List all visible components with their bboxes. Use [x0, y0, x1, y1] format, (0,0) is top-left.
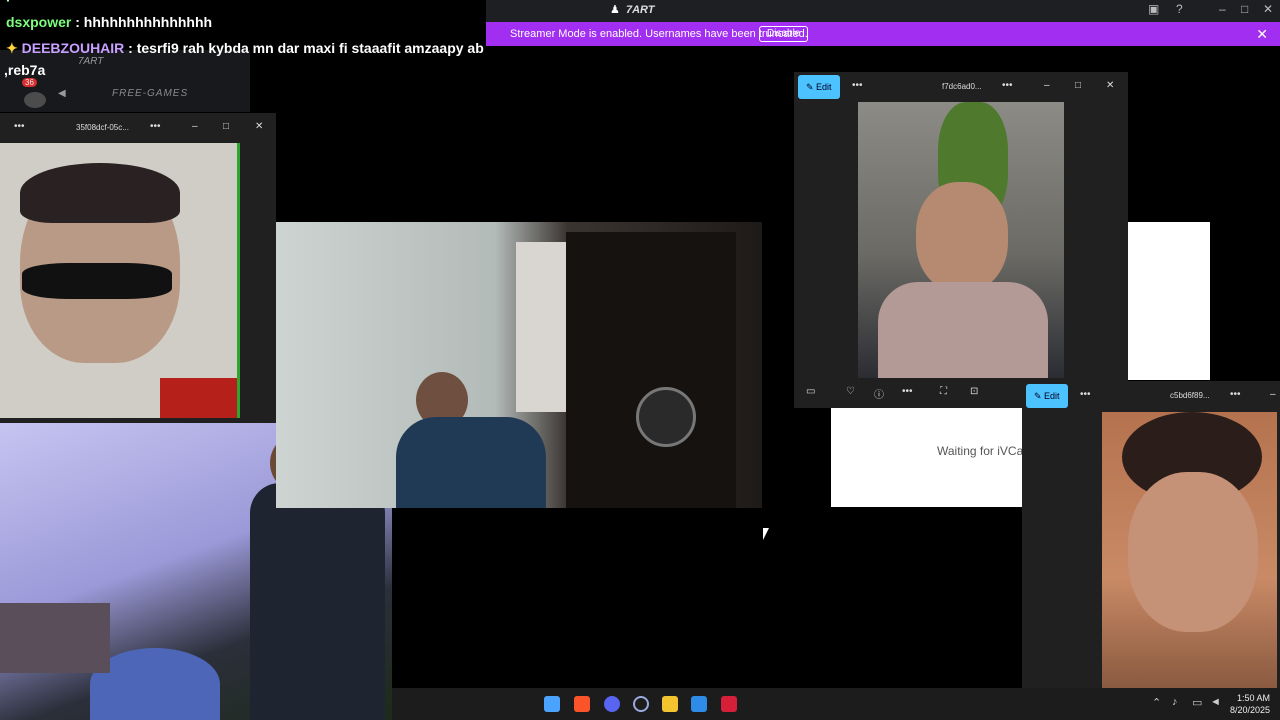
hair	[20, 163, 180, 223]
maximize-icon[interactable]: □	[1075, 80, 1081, 91]
close-icon[interactable]: ✕	[255, 121, 263, 132]
maximize-icon[interactable]: □	[223, 121, 229, 132]
disable-button[interactable]: Disable	[759, 26, 809, 42]
chat-overlay: · dsxpower : hhhhhhhhhhhhhhh 7ART FREE-G…	[0, 0, 486, 112]
maximize-icon[interactable]: □	[1241, 2, 1248, 16]
photo-window-right-bottom: ✎ Edit ••• c5bd6f89... ••• –	[1022, 381, 1280, 688]
close-icon[interactable]: ✕	[1263, 2, 1273, 16]
more-icon[interactable]: •••	[150, 121, 161, 132]
edit-button[interactable]: ✎ Edit	[1026, 384, 1068, 408]
close-icon[interactable]: ✕	[1256, 26, 1268, 43]
edit-label: Edit	[816, 82, 832, 92]
windows-start-icon[interactable]	[544, 696, 560, 712]
sunglasses	[22, 263, 172, 299]
edit-label: Edit	[1044, 391, 1060, 401]
chevron-up-icon[interactable]: ⌃	[1152, 696, 1161, 709]
chat-line-3: ,reb7a	[4, 62, 46, 78]
person-shirt	[878, 282, 1048, 378]
clock-time[interactable]: 1:50 AM	[1230, 693, 1270, 703]
chat-line-1: dsxpower : hhhhhhhhhhhhhhh	[6, 14, 212, 30]
window-title: f7dc6ad0...	[942, 82, 982, 91]
badge-icon: ✦	[6, 40, 18, 56]
chat-username: DEEBZOUHAIR	[21, 40, 125, 56]
chat-message: : hhhhhhhhhhhhhhh	[71, 14, 213, 30]
edit-button[interactable]: ✎ Edit	[798, 75, 840, 99]
person-body	[396, 417, 546, 508]
clock-date[interactable]: 8/20/2025	[1222, 705, 1270, 715]
more-icon[interactable]: •••	[1080, 389, 1091, 400]
network-icon[interactable]: ▭	[1192, 696, 1202, 709]
waiting-card: Waiting for iVCa	[831, 408, 1023, 507]
chat-username: dsxpower	[6, 14, 72, 30]
megaphone-icon: ◀	[58, 88, 66, 99]
minimize-icon[interactable]: –	[1219, 2, 1226, 16]
flame-icon: ♟	[610, 4, 620, 16]
clock-app-icon[interactable]	[633, 696, 649, 712]
window-titlebar: ••• 35f08dcf-05c... ••• – □ ✕	[0, 113, 276, 143]
photos-icon[interactable]	[691, 696, 707, 712]
app-icon[interactable]	[721, 696, 737, 712]
more-icon[interactable]: •••	[902, 386, 913, 397]
webcam-feed-1	[0, 143, 240, 418]
person-jersey	[250, 483, 385, 720]
white-panel	[1128, 222, 1210, 380]
heart-icon[interactable]: ♡	[846, 386, 855, 397]
streamer-mode-banner: Streamer Mode is enabled. Usernames have…	[486, 22, 1280, 46]
minimize-icon[interactable]: –	[1270, 389, 1276, 400]
more-icon[interactable]: •••	[1002, 80, 1013, 91]
crop-icon[interactable]: ⛶	[940, 386, 947, 397]
channel-free-games[interactable]: FREE-GAMES	[112, 88, 188, 99]
filmstrip-icon[interactable]: ▭	[806, 386, 815, 397]
webcam-feed-3	[276, 222, 762, 508]
person-face	[916, 182, 1008, 292]
photo-window-left: ••• 35f08dcf-05c... ••• – □ ✕	[0, 113, 276, 423]
notification-badge: 36	[22, 78, 37, 87]
fan	[636, 387, 696, 447]
brave-icon[interactable]	[574, 696, 590, 712]
file-explorer-icon[interactable]	[662, 696, 678, 712]
more-icon[interactable]: •••	[14, 121, 25, 132]
discord-server-title: 7ART	[626, 4, 655, 16]
avatar[interactable]	[24, 92, 46, 108]
server-name[interactable]: 7ART	[78, 56, 103, 67]
shirt	[160, 378, 237, 418]
minimize-icon[interactable]: –	[1044, 80, 1050, 91]
volume-icon[interactable]: ◄	[1210, 696, 1221, 708]
discord-sidebar-panel: 7ART FREE-GAMES ◀ 36	[0, 50, 250, 112]
photo-window-right-top: ✎ Edit ••• f7dc6ad0... ••• – □ ✕ ▭ ♡ ⓘ •…	[794, 72, 1128, 408]
cursor-icon	[763, 528, 769, 540]
discord-titlebar: ♟ 7ART ▣ ? – □ ✕	[486, 0, 1280, 22]
chat-line-cut: ·	[6, 0, 11, 8]
chat-message: : tesrfi9 rah kybda mn dar maxi fi staaa…	[124, 40, 484, 56]
close-icon[interactable]: ✕	[1106, 80, 1114, 91]
wardrobe	[566, 232, 736, 508]
window-title: 35f08dcf-05c...	[76, 123, 129, 132]
help-icon[interactable]: ?	[1176, 2, 1183, 16]
more-icon[interactable]: •••	[852, 80, 863, 91]
chat-line-2: ✦ DEEBZOUHAIR : tesrfi9 rah kybda mn dar…	[6, 40, 484, 57]
more-icon[interactable]: •••	[1230, 389, 1241, 400]
taskbar: ⌃ ♪ ▭ ◄ 1:50 AM 8/20/2025	[392, 688, 1280, 720]
photo-image	[1102, 412, 1277, 688]
inbox-icon[interactable]: ▣	[1148, 2, 1159, 16]
photo-image	[858, 102, 1064, 378]
info-icon[interactable]: ⓘ	[874, 386, 884, 401]
discord-icon[interactable]	[604, 696, 620, 712]
window-title: c5bd6f89...	[1170, 391, 1210, 400]
microphone-icon[interactable]: ♪	[1172, 696, 1178, 708]
person-face	[1128, 472, 1258, 632]
desk-items	[0, 603, 110, 673]
minimize-icon[interactable]: –	[192, 121, 198, 132]
scan-icon[interactable]: ⊡	[970, 386, 978, 397]
waiting-text: Waiting for iVCa	[937, 444, 1024, 458]
